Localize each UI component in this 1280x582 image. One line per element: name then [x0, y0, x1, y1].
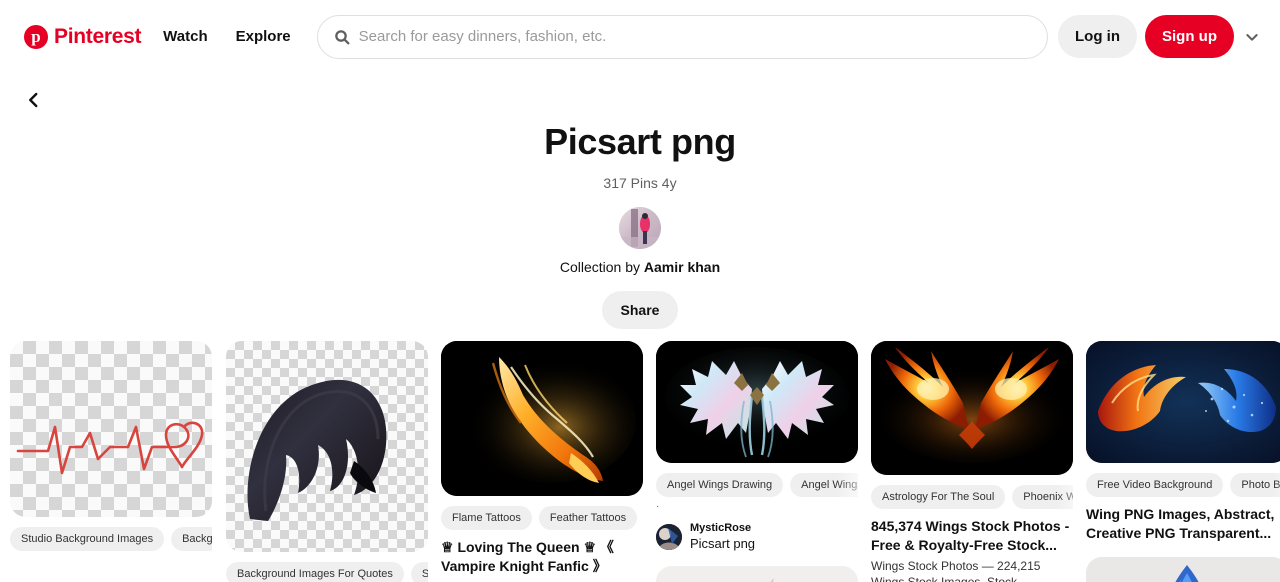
pin-separator-dot: ·: [656, 501, 660, 513]
pinterest-icon: p: [24, 24, 48, 49]
pinterest-logo-link[interactable]: p Pinterest: [16, 24, 149, 49]
nav-item-watch[interactable]: Watch: [149, 18, 221, 55]
board-pin-count: 317 Pins 4y: [603, 175, 677, 192]
pin-tag-chip[interactable]: Feather Tattoos: [538, 505, 638, 530]
avatar: [656, 524, 682, 551]
share-button[interactable]: Share: [601, 291, 679, 330]
pin-author-name: MysticRose: [690, 522, 752, 535]
login-button[interactable]: Log in: [1058, 15, 1137, 58]
board-title: Picsart png: [544, 121, 736, 162]
pin-tag-chip-row: Studio Background Images Background ›: [10, 526, 212, 551]
top-navigation-bar: p Pinterest Watch Explore Log in Sign up: [0, 0, 1280, 73]
pin-card[interactable]: Flame Tattoos Feather Tattoos Ta › ♕ Lov…: [441, 341, 643, 582]
pin-title: 845,374 Wings Stock Photos - Free & Roya…: [871, 518, 1070, 554]
board-owner-avatar[interactable]: [619, 207, 661, 250]
pin-tag-chip[interactable]: Photo Back: [1230, 472, 1280, 497]
board-collection-byline: Collection by Aamir khan: [0, 259, 1280, 275]
pin-tag-chip-row: Free Video Background Photo Back: [1086, 472, 1280, 497]
brand-name-label: Pinterest: [54, 24, 142, 48]
pin-image-heartbeat[interactable]: [10, 341, 212, 518]
pin-column-6: Free Video Background Photo Back Wing PN…: [1086, 341, 1280, 582]
pin-card[interactable]: Background Images For Quotes Simple ›: [226, 341, 428, 582]
pin-grid: Studio Background Images Background ›: [0, 341, 1280, 582]
pin-image-pale-feather[interactable]: [656, 566, 858, 582]
pin-card[interactable]: Free Video Background Photo Back Wing PN…: [1086, 341, 1280, 543]
pin-column-2: Background Images For Quotes Simple ›: [226, 341, 428, 582]
pin-column-5: Astrology For The Soul Phoenix Wa › 845,…: [871, 341, 1073, 582]
pin-tag-chip[interactable]: Studio Background Images: [10, 526, 165, 551]
chevron-left-icon: [25, 91, 43, 109]
pin-tag-chip[interactable]: Free Video Background: [1086, 472, 1224, 497]
pin-tag-chip[interactable]: Simple: [410, 561, 428, 582]
pin-card[interactable]: [656, 566, 858, 582]
pin-image-fire-wings[interactable]: [871, 341, 1073, 476]
pin-tag-chip[interactable]: Background Images For Quotes: [226, 561, 404, 582]
pin-column-4: Angel Wings Drawing Angel Wings › · Myst…: [656, 341, 858, 582]
nav-item-explore[interactable]: Explore: [222, 18, 305, 55]
signup-button[interactable]: Sign up: [1145, 15, 1234, 58]
pin-image-flame-wing[interactable]: [441, 341, 643, 497]
pin-tag-chip-row: Angel Wings Drawing Angel Wings ›: [656, 472, 858, 497]
pin-tag-chip[interactable]: Angel Wings: [790, 472, 858, 497]
search-container: [316, 14, 1048, 59]
pin-card[interactable]: Studio Background Images Background ›: [10, 341, 212, 551]
pin-image-fire-ice-wings[interactable]: [1086, 341, 1280, 464]
pin-tag-chip-row: Flame Tattoos Feather Tattoos Ta ›: [441, 505, 643, 530]
pin-card[interactable]: [1086, 557, 1280, 582]
board-owner-name: Aamir khan: [643, 259, 721, 276]
search-input[interactable]: [358, 28, 1031, 45]
pin-tag-chip[interactable]: Flame Tattoos: [441, 505, 532, 530]
pin-column-3: Flame Tattoos Feather Tattoos Ta › ♕ Lov…: [441, 341, 643, 582]
pin-description: Wings Stock Photos — 224,215 Wings Stock…: [871, 559, 1041, 582]
pin-tag-chip[interactable]: Astrology For The Soul: [871, 484, 1006, 509]
pin-board-name: Picsart png: [690, 536, 756, 552]
pin-card[interactable]: Astrology For The Soul Phoenix Wa › 845,…: [871, 341, 1073, 582]
pin-image-angel-wings[interactable]: [656, 341, 858, 464]
board-header: Picsart png 317 Pins 4y Collection by Aa…: [0, 73, 1280, 330]
pin-tag-chip[interactable]: Phoenix Wa: [1012, 484, 1073, 509]
pin-image-blue-flame[interactable]: [1086, 557, 1280, 582]
pin-title: Wing PNG Images, Abstract, Creative PNG …: [1086, 506, 1275, 542]
pin-title: ♕ Loving The Queen ♕ 《 Vampire Knight Fa…: [441, 539, 614, 575]
pin-tag-chip[interactable]: Background: [171, 526, 212, 551]
pin-attribution-text: MysticRose Picsart png: [690, 522, 755, 552]
pin-attribution[interactable]: MysticRose Picsart png: [656, 522, 858, 552]
collection-prefix-label: Collection by: [559, 259, 644, 276]
pin-card[interactable]: Angel Wings Drawing Angel Wings › · Myst…: [656, 341, 858, 552]
back-button[interactable]: [18, 84, 50, 116]
search-icon: [334, 29, 350, 45]
search-box[interactable]: [316, 14, 1048, 59]
pin-tag-chip-row: Astrology For The Soul Phoenix Wa ›: [871, 484, 1073, 509]
pin-tag-chip[interactable]: Angel Wings Drawing: [656, 472, 784, 497]
pin-image-hair[interactable]: [226, 341, 428, 553]
chevron-down-icon[interactable]: [1244, 29, 1260, 45]
pin-column-1: Studio Background Images Background ›: [10, 341, 212, 565]
pin-tag-chip-row: Background Images For Quotes Simple ›: [226, 561, 428, 582]
